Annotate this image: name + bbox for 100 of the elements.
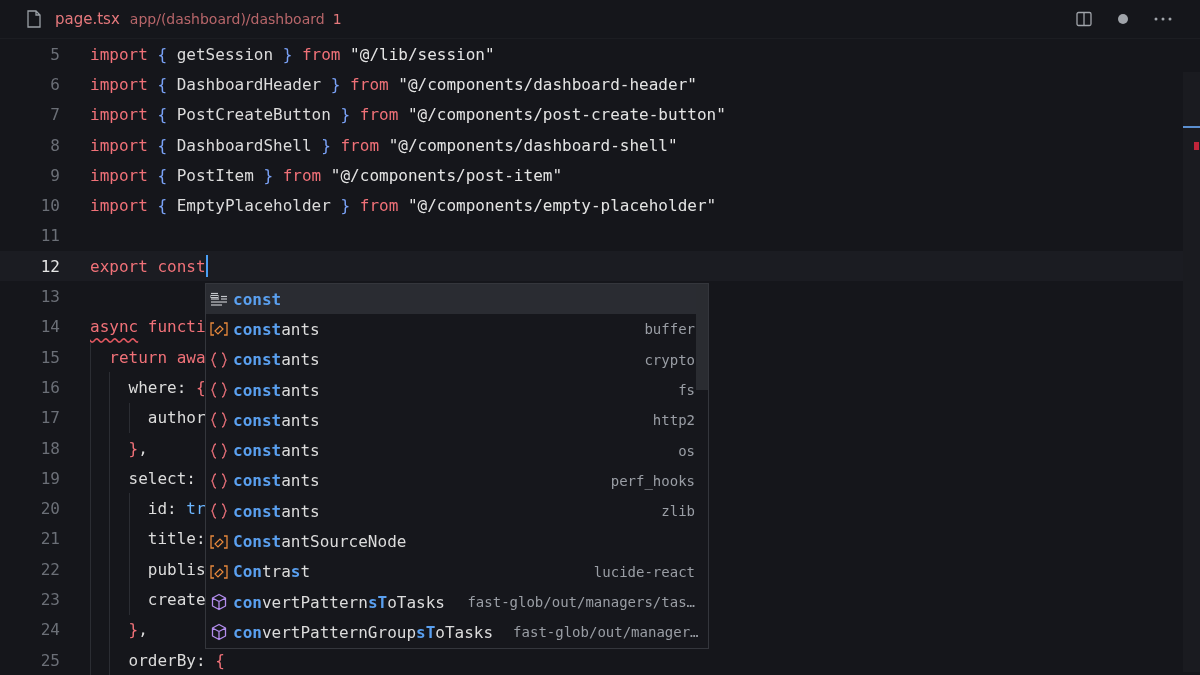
suggestion-detail: os [677, 442, 695, 459]
suggestion-label: convertPatternsToTasks [233, 592, 445, 612]
suggestion-item[interactable]: constants crypto [206, 344, 708, 375]
line-number: 10 [39, 196, 60, 216]
unsaved-dot-icon[interactable] [1118, 14, 1128, 24]
code-token: import [90, 74, 149, 94]
code-token: { [215, 650, 225, 670]
suggestion-detail: fast-glob/out/manager… [512, 624, 699, 641]
code-token: DashboardShell [175, 135, 313, 155]
suggestion-label: const [233, 289, 282, 309]
variable-icon [210, 322, 228, 337]
suggestion-detail: http2 [651, 412, 695, 429]
code-token: orderBy: [127, 650, 207, 670]
code-token: } [321, 135, 331, 155]
code-token: from [349, 74, 390, 94]
code-token: select: [127, 468, 196, 488]
error-marker [1194, 142, 1199, 150]
suggestion-item[interactable]: constants zlib [206, 496, 708, 527]
suggestion-label: Contrast [233, 562, 311, 582]
line-number: 24 [39, 620, 60, 640]
suggestion-item[interactable]: constants fs [206, 374, 708, 406]
braces-icon [210, 472, 228, 489]
code-token: import [90, 44, 149, 64]
line-number: 6 [49, 74, 60, 94]
code-token: return awa [108, 347, 206, 367]
suggestion-item[interactable]: constants os [206, 435, 708, 466]
code-token: { [157, 74, 168, 94]
code-token: "@/components/dashboard-header" [398, 74, 697, 94]
code-token: import [90, 165, 149, 185]
suggestion-item[interactable]: convertPatternGroupsToTasks fast-glob/out/manager… [206, 617, 708, 648]
code-token: { [157, 196, 168, 216]
suggestion-label: constants [233, 501, 320, 521]
suggestion-detail: fs [677, 382, 695, 399]
code-token: import [90, 135, 149, 155]
line-number: 5 [49, 44, 60, 64]
suggestion-item[interactable]: constants buffer [206, 314, 708, 345]
suggestion-label: constants [233, 380, 320, 400]
line-number: 25 [39, 650, 60, 670]
line-number: 9 [49, 165, 60, 185]
line-number: 14 [39, 317, 60, 337]
code-token: } [127, 438, 139, 458]
code-token: where: [127, 377, 188, 397]
suggestion-item[interactable]: Contrast lucide-react [206, 556, 708, 587]
code-token: export const [90, 256, 206, 276]
cube-icon [210, 593, 228, 612]
code-token: from [358, 196, 400, 216]
code-token: from [300, 44, 342, 64]
line-number: 20 [39, 499, 60, 519]
text-cursor [205, 255, 208, 278]
tab-filename[interactable]: page.tsx [55, 10, 120, 28]
suggestion-item[interactable]: ConstantSourceNode [206, 526, 708, 557]
code-token: } [127, 620, 139, 640]
code-token: } [282, 44, 293, 64]
code-token: from [358, 105, 400, 125]
code-token: { [157, 105, 168, 125]
suggestion-item[interactable]: constants perf_hooks [206, 465, 708, 497]
code-token: "@/components/empty-placeholder" [407, 196, 717, 216]
code-token: "@/components/post-create-button" [407, 105, 726, 125]
code-token: import [90, 196, 149, 216]
code-token: { [157, 165, 168, 185]
code-token: { [157, 44, 168, 64]
code-token: "@/components/post-item" [330, 165, 563, 185]
code-token: "@/components/dashboard-shell" [388, 135, 678, 155]
code-token: } [330, 74, 341, 94]
code-token: getSession [175, 44, 275, 64]
suggestion-label: constants [233, 441, 320, 461]
line-number: 21 [39, 529, 60, 549]
tab-path: app/(dashboard)/dashboard [129, 11, 325, 27]
code-token: create [146, 590, 206, 609]
variable-icon [210, 564, 228, 579]
suggestion-detail: zlib [660, 503, 695, 520]
variable-icon [210, 534, 228, 549]
more-actions-icon[interactable] [1154, 17, 1172, 21]
code-token: from [281, 165, 323, 185]
cube-icon [210, 623, 228, 642]
suggestion-label: constants [233, 319, 320, 339]
code-token: , [138, 620, 148, 640]
code-token: PostCreateButton [175, 105, 332, 125]
code-token: } [340, 105, 351, 125]
line-number: 15 [39, 347, 60, 367]
code-token: functi [146, 317, 206, 337]
code-token: "@/lib/session" [350, 44, 495, 64]
line-number: 16 [39, 377, 60, 397]
split-editor-icon[interactable] [1076, 11, 1092, 27]
code-token: publis [146, 559, 206, 579]
line-number: 13 [39, 287, 60, 306]
code-token: { [195, 377, 206, 397]
code-token: } [263, 165, 274, 185]
code-token: } [340, 196, 351, 216]
code-token: tr [186, 499, 206, 519]
suggestion-detail: fast-glob/out/managers/tas… [466, 594, 695, 611]
code-token: import [90, 105, 149, 125]
code-token: { [157, 135, 168, 155]
braces-icon [210, 442, 228, 459]
suggestion-label: constants [233, 410, 320, 430]
code-token: id: [146, 499, 178, 519]
suggestion-item[interactable]: constants http2 [206, 405, 708, 436]
braces-icon [210, 382, 228, 399]
cursor-marker [1183, 126, 1200, 128]
suggestion-item[interactable]: convertPatternsToTasks fast-glob/out/managers/tas… [206, 586, 708, 618]
